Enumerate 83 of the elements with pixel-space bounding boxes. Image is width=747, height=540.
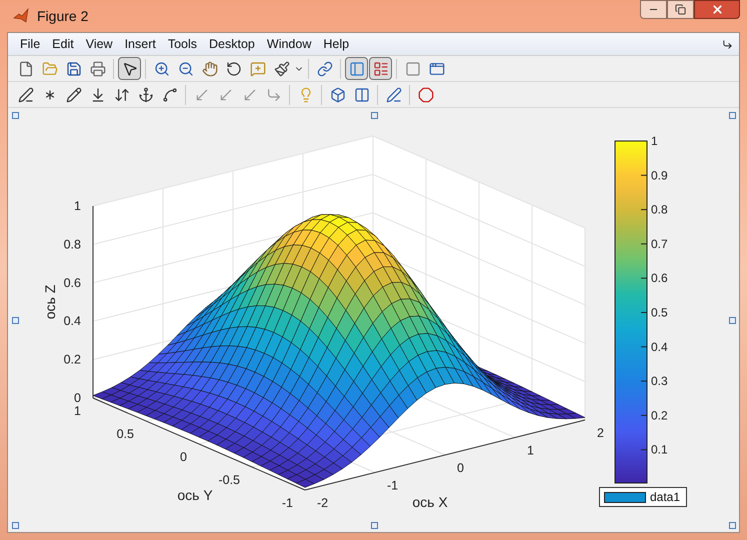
window-icon	[428, 60, 444, 76]
zoom-in-icon	[154, 60, 170, 76]
pencil-icon	[66, 86, 82, 102]
y-tick-label: -1	[282, 496, 293, 510]
link-icon	[316, 60, 332, 76]
colorbar-tick-label: 0.1	[651, 442, 668, 457]
menu-item[interactable]: Desktop	[203, 34, 261, 54]
arrows-icon	[114, 86, 130, 102]
brush-icon	[274, 60, 290, 76]
arrow-icon	[266, 86, 282, 102]
zoom-out-icon	[178, 60, 194, 76]
pen-icon	[18, 86, 34, 102]
colorbar-tick-label: 0.2	[651, 408, 668, 422]
colorbar-tick-label: 0.8	[651, 202, 668, 217]
legend-label: data1	[650, 489, 680, 506]
columns-icon	[354, 86, 370, 102]
y-tick-label: 0.5	[116, 427, 134, 441]
x-tick-label: 0	[457, 461, 464, 475]
cube-icon	[330, 86, 346, 102]
colorbar-tick-label: 0.5	[651, 306, 668, 320]
save-icon	[66, 60, 82, 76]
z-tick-label: 1	[74, 199, 81, 213]
toolbar-button[interactable]	[118, 57, 141, 80]
menu-item[interactable]: View	[80, 34, 119, 54]
arrow-icon	[194, 86, 210, 102]
z-axis-label: ось Z	[42, 284, 58, 320]
minimize-button[interactable]	[640, 0, 667, 19]
x-tick-label: 2	[597, 426, 604, 440]
selection-handle[interactable]	[12, 522, 19, 529]
z-tick-label: 0	[74, 391, 81, 405]
selection-handle[interactable]	[729, 522, 736, 529]
dock-arrow-icon[interactable]	[722, 38, 733, 50]
arrow-icon	[242, 86, 258, 102]
selection-handle[interactable]	[12, 112, 19, 119]
app-logo-icon	[13, 8, 29, 24]
new-file-icon	[18, 60, 34, 76]
y-axis-label: ось Y	[177, 487, 213, 503]
square-icon	[404, 60, 420, 76]
selection-handle[interactable]	[12, 317, 19, 324]
spline-icon	[162, 86, 178, 102]
panel-icon	[348, 60, 364, 76]
y-tick-label: 1	[74, 404, 81, 418]
maximize-icon	[675, 4, 686, 15]
rotate-icon	[226, 60, 242, 76]
menu-item[interactable]: Edit	[46, 34, 80, 54]
x-tick-label: 1	[527, 444, 534, 458]
x-tick-label: -2	[317, 496, 328, 510]
menu-item[interactable]: Insert	[118, 34, 162, 54]
colorbar-tick-label: 0.7	[651, 236, 668, 251]
close-icon	[710, 3, 724, 16]
selection-handle[interactable]	[729, 317, 736, 324]
pointer-icon	[122, 60, 138, 76]
colorbar-tick-label: 0.4	[651, 340, 668, 354]
close-button[interactable]	[694, 0, 740, 19]
colorbar-tick-label: 0.9	[651, 168, 668, 182]
colorbar-tick-label: 0.6	[651, 271, 668, 286]
maximize-button[interactable]	[667, 0, 694, 19]
z-tick-label: 0.4	[64, 314, 81, 328]
x-tick-label: -1	[387, 478, 398, 492]
menu-item[interactable]: Window	[260, 34, 318, 54]
arrow-icon	[218, 86, 234, 102]
anchor-icon	[138, 86, 154, 102]
y-tick-label: -0.5	[218, 473, 240, 487]
menu-item[interactable]: File	[14, 34, 46, 54]
selection-handle[interactable]	[729, 112, 736, 119]
selection-handle[interactable]	[370, 522, 378, 529]
z-tick-label: 0.6	[64, 276, 81, 290]
list-icon	[372, 60, 388, 76]
z-tick-label: 0.8	[64, 237, 81, 252]
pen-icon	[386, 86, 402, 102]
x-axis-label: ось X	[412, 494, 448, 510]
window-title: Figure 2	[37, 6, 88, 26]
printer-icon	[90, 60, 106, 76]
colorbar-tick-label: 1	[651, 134, 658, 148]
z-tick-label: 0.2	[64, 352, 81, 367]
colorbar-tick-label: 0.3	[651, 374, 668, 388]
menu-item[interactable]: Tools	[162, 34, 204, 54]
folder-icon	[42, 60, 58, 76]
stop-icon	[418, 86, 434, 102]
y-tick-label: 0	[180, 450, 187, 464]
selection-handle[interactable]	[370, 112, 378, 119]
menu-item[interactable]: Help	[317, 34, 356, 54]
hand-icon	[202, 60, 218, 76]
